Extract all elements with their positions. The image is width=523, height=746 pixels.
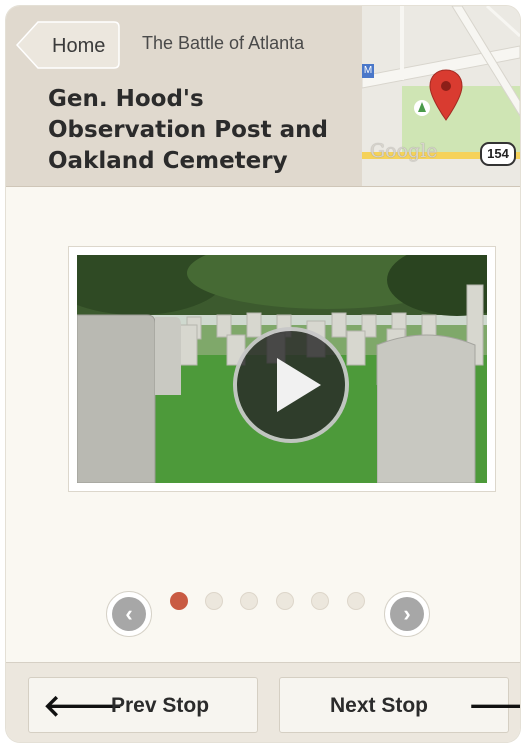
carousel-dot-5[interactable] bbox=[311, 592, 329, 610]
chevron-right-icon: › bbox=[390, 597, 424, 631]
carousel-dot-6[interactable] bbox=[347, 592, 365, 610]
play-icon bbox=[277, 358, 321, 412]
carousel-dot-3[interactable] bbox=[240, 592, 258, 610]
carousel-dot-4[interactable] bbox=[276, 592, 294, 610]
prev-stop-label: Prev Stop bbox=[111, 694, 210, 717]
route-shield: 154 bbox=[480, 142, 516, 166]
video-player[interactable] bbox=[77, 255, 487, 483]
carousel-next-button[interactable]: › bbox=[384, 591, 430, 637]
next-stop-button[interactable]: Next Stop 🡒 bbox=[279, 677, 520, 733]
carousel-dot-2[interactable] bbox=[205, 592, 223, 610]
header: Home The Battle of Atlanta Gen. Hood's O… bbox=[6, 6, 520, 187]
map-marker-label: M bbox=[362, 64, 374, 78]
play-button[interactable] bbox=[233, 327, 349, 443]
app-title: The Battle of Atlanta bbox=[142, 33, 305, 53]
next-stop-label: Next Stop bbox=[330, 694, 429, 717]
map-pin-icon bbox=[429, 69, 463, 121]
chevron-left-icon: ‹ bbox=[112, 597, 146, 631]
map-google-logo: Google bbox=[370, 140, 438, 162]
prev-stop-button[interactable]: 🡐 Prev Stop bbox=[28, 677, 258, 733]
home-button-label: Home bbox=[52, 35, 106, 57]
footer: 🡐 Prev Stop Next Stop 🡒 bbox=[6, 662, 520, 742]
home-button[interactable]: Home bbox=[16, 21, 120, 69]
stop-title: Gen. Hood's Observation Post and Oakland… bbox=[48, 86, 328, 174]
video-card bbox=[68, 246, 496, 492]
map-thumbnail[interactable]: M Google 154 bbox=[362, 6, 520, 186]
app-screen: Home The Battle of Atlanta Gen. Hood's O… bbox=[6, 6, 520, 742]
carousel-prev-button[interactable]: ‹ bbox=[106, 591, 152, 637]
carousel-dot-1[interactable] bbox=[170, 592, 188, 610]
arrow-right-icon: 🡒 bbox=[468, 690, 520, 723]
